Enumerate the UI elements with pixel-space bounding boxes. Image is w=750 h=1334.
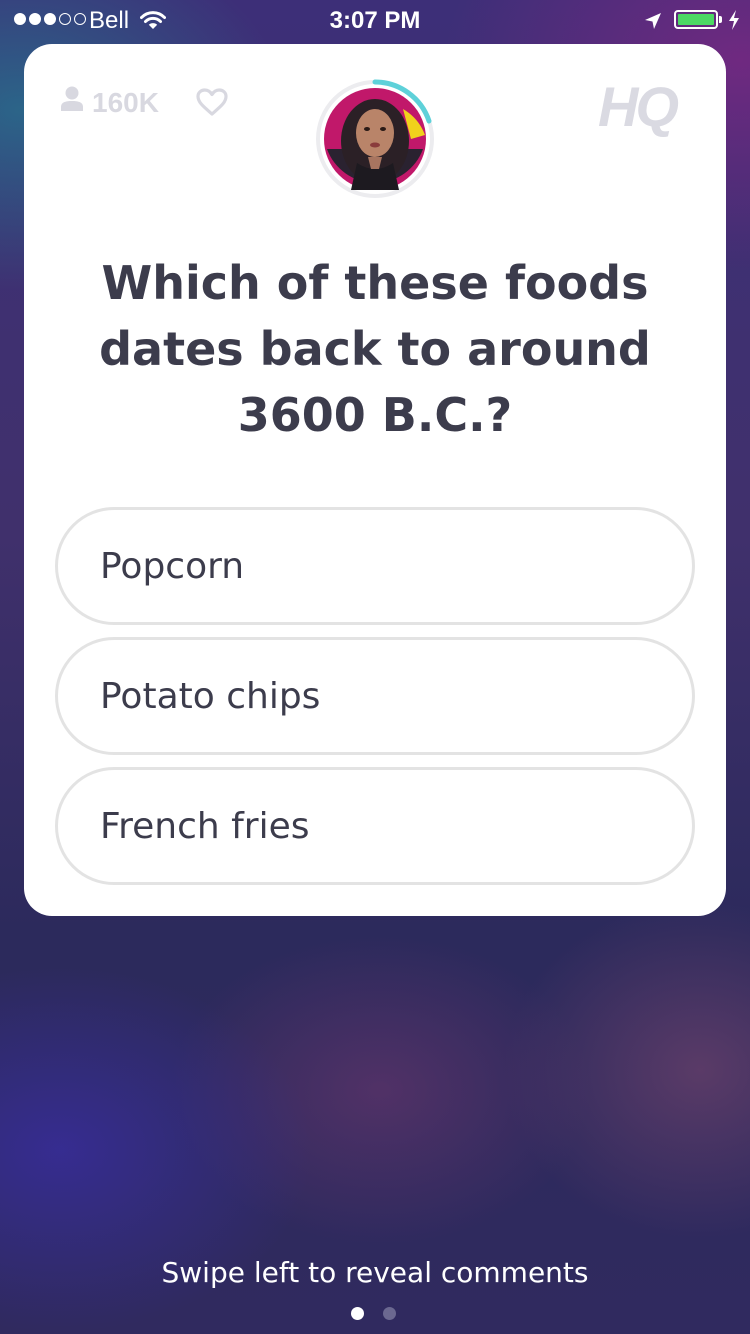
location-arrow-icon (643, 10, 663, 38)
battery-cap (719, 16, 722, 23)
answer-option-popcorn[interactable]: Popcorn (55, 507, 695, 625)
person-icon (60, 86, 84, 119)
hq-logo: HQ (598, 75, 679, 138)
page-dot-2[interactable] (383, 1307, 396, 1320)
swipe-hint: Swipe left to reveal comments (161, 1256, 589, 1289)
viewer-count-label: 160K (92, 86, 159, 118)
battery-icon (674, 10, 718, 29)
host-avatar (315, 79, 435, 199)
answer-option-french-fries[interactable]: French fries (55, 767, 695, 885)
question-text: Which of these foods dates back to aroun… (99, 256, 651, 442)
page-indicator[interactable] (351, 1307, 396, 1320)
answer-list: Popcorn Potato chips French fries (55, 507, 695, 897)
status-bar: Bell 3:07 PM (0, 0, 750, 40)
question-card: 160K HQ Which of these foods dates back … (24, 44, 726, 916)
answer-option-potato-chips[interactable]: Potato chips (55, 637, 695, 755)
viewer-count: 160K (60, 86, 159, 119)
heart-outline-icon[interactable] (196, 88, 228, 120)
charging-bolt-icon (727, 9, 741, 38)
clock: 3:07 PM (329, 7, 421, 34)
page-dot-1[interactable] (351, 1307, 364, 1320)
battery-level (678, 14, 714, 25)
